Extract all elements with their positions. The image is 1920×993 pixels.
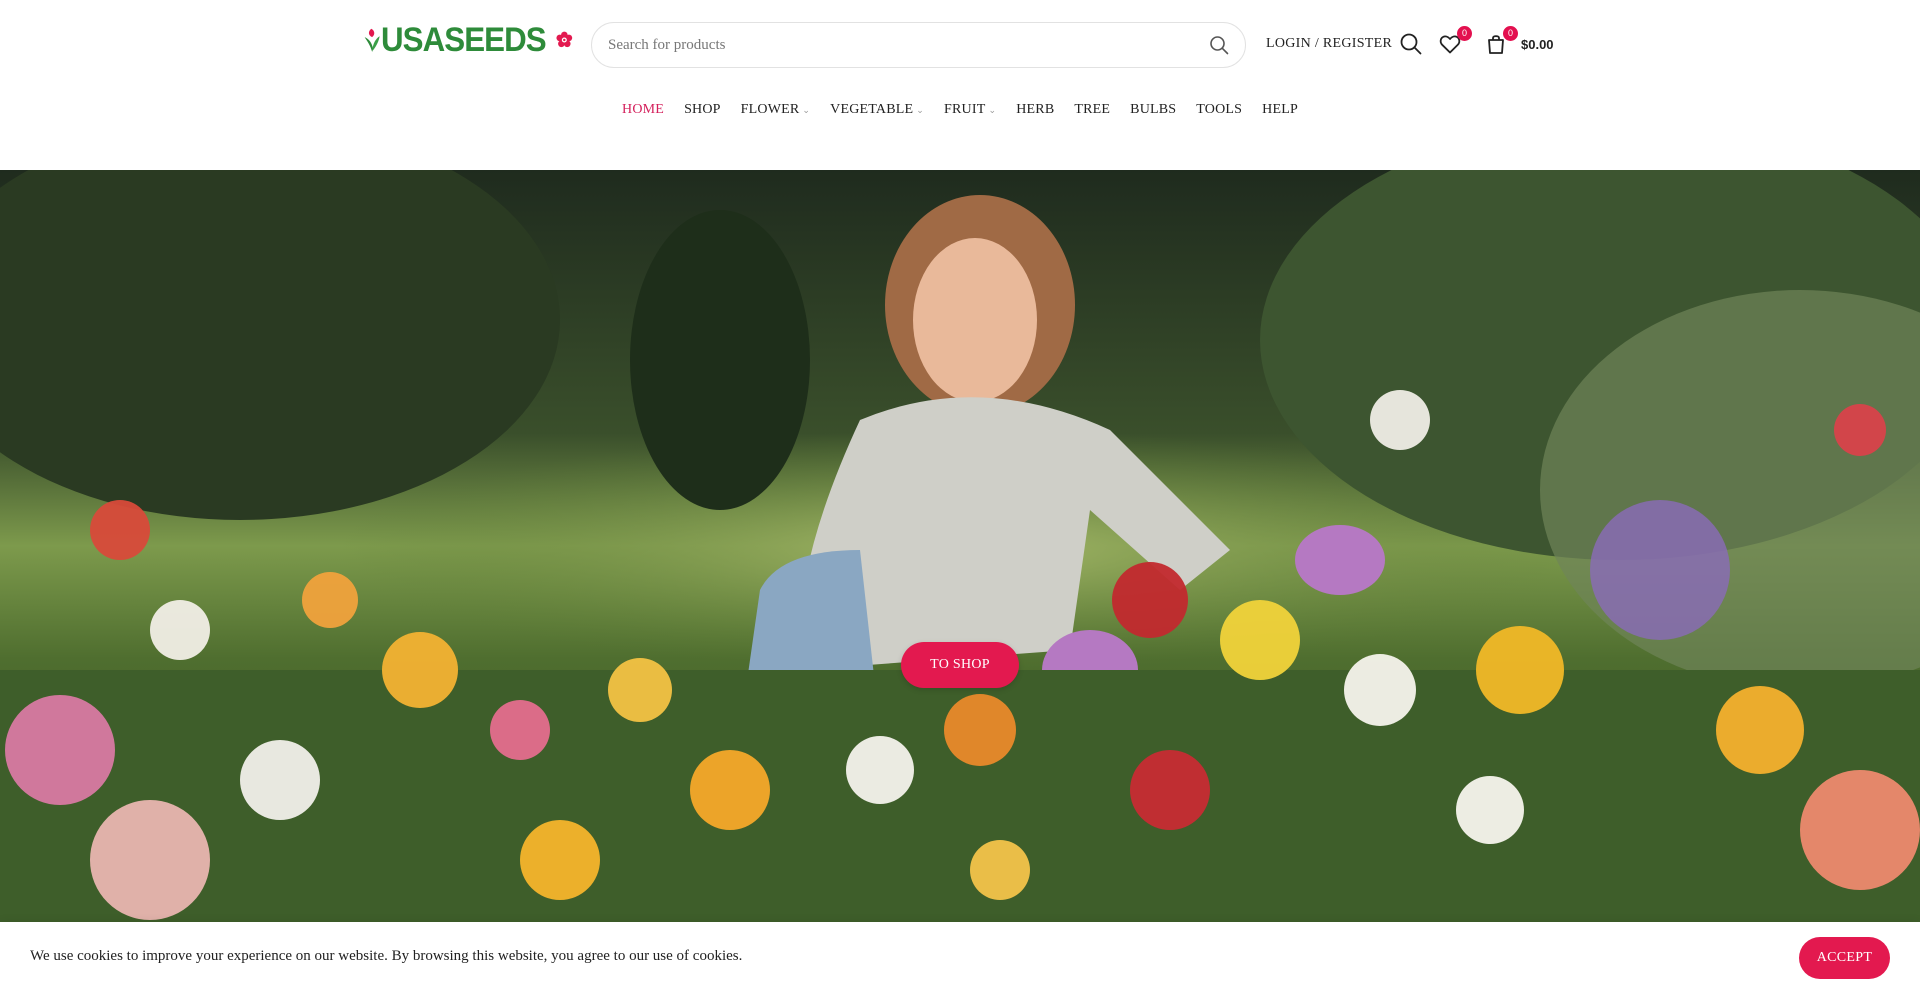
- nav-item-tree[interactable]: TREE: [1064, 98, 1120, 122]
- accept-cookies-button[interactable]: ACCEPT: [1799, 937, 1890, 979]
- nav-item-vegetable[interactable]: VEGETABLE ⌄: [820, 98, 934, 122]
- cart-button[interactable]: 0: [1484, 26, 1518, 58]
- chevron-down-icon: ⌄: [916, 105, 925, 115]
- nav-item-shop[interactable]: SHOP: [674, 98, 731, 122]
- cookie-message: We use cookies to improve your experienc…: [30, 948, 743, 964]
- main-nav: HOME SHOP FLOWER ⌄ VEGETABLE ⌄ FRUIT ⌄ HERB…: [0, 98, 1920, 122]
- nav-item-herb[interactable]: HERB: [1006, 98, 1064, 122]
- cart-total[interactable]: $0.00: [1521, 37, 1554, 52]
- nav-item-flower[interactable]: FLOWER ⌄: [731, 98, 821, 122]
- login-register-link[interactable]: LOGIN / REGISTER: [1266, 36, 1392, 52]
- logo-wordmark: USASEEDS: [381, 20, 547, 59]
- site-header: USASEEDS LOGIN / REGISTER 0 0 $0.00 HOME…: [0, 0, 1920, 170]
- chevron-down-icon: ⌄: [802, 105, 811, 115]
- nav-item-fruit[interactable]: FRUIT ⌄: [934, 98, 1006, 122]
- wishlist-button[interactable]: 0: [1438, 26, 1472, 58]
- chevron-down-icon: ⌄: [988, 105, 997, 115]
- flower-logo-icon: [556, 31, 573, 48]
- leaf-logo-icon: [364, 28, 380, 53]
- nav-item-help[interactable]: HELP: [1252, 98, 1308, 122]
- site-logo[interactable]: USASEEDS: [363, 8, 573, 72]
- hero-banner: TO SHOP: [0, 170, 1920, 922]
- search-bar: [591, 22, 1246, 68]
- cart-count-badge: 0: [1503, 26, 1518, 41]
- search-icon[interactable]: [1207, 33, 1231, 57]
- cookie-banner: We use cookies to improve your experienc…: [0, 922, 1920, 993]
- hero-garden-image: [0, 170, 1920, 922]
- search-input[interactable]: [608, 36, 1207, 54]
- header-search-icon[interactable]: [1399, 32, 1425, 58]
- nav-item-home[interactable]: HOME: [612, 98, 674, 122]
- wishlist-count-badge: 0: [1457, 26, 1472, 41]
- nav-item-bulbs[interactable]: BULBS: [1120, 98, 1186, 122]
- nav-item-tools[interactable]: TOOLS: [1186, 98, 1252, 122]
- to-shop-button[interactable]: TO SHOP: [901, 642, 1019, 688]
